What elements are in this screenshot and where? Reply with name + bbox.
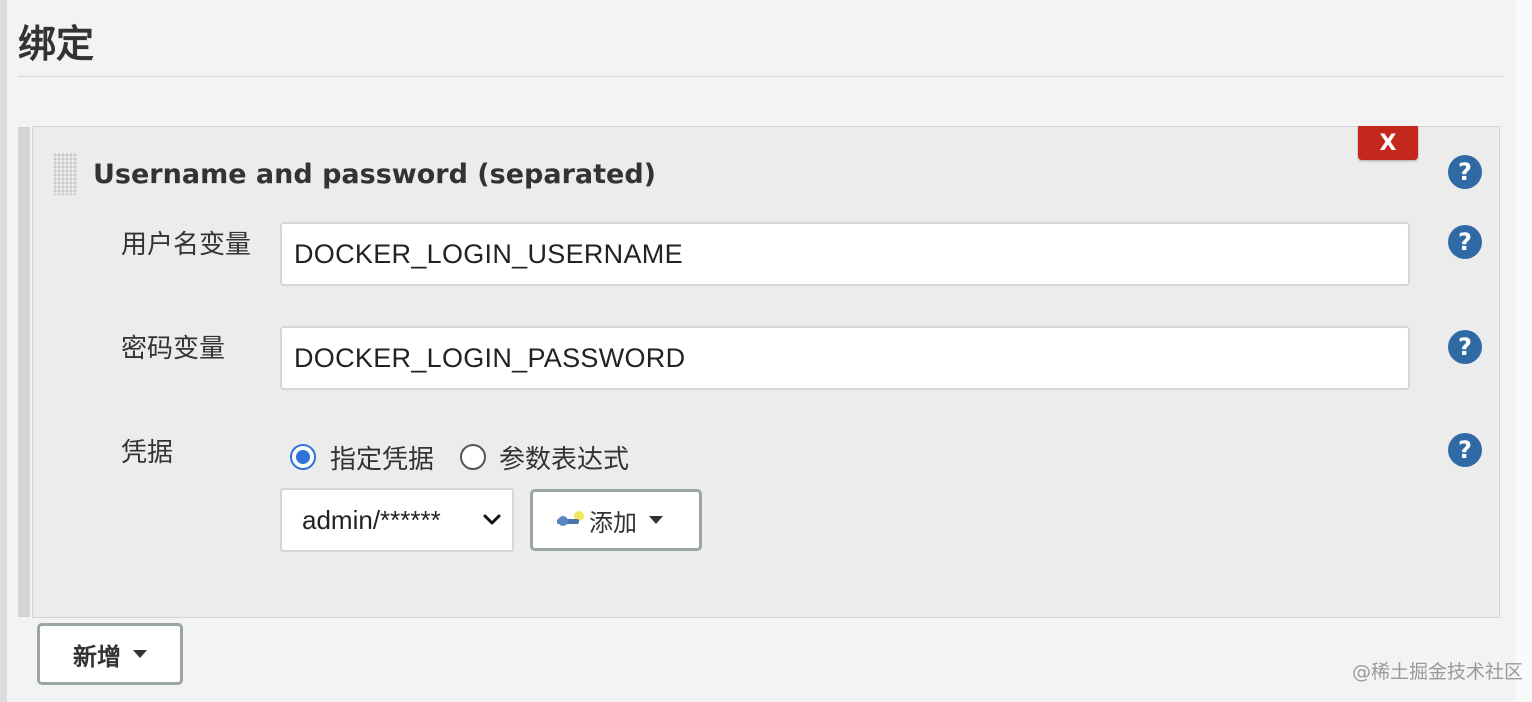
- credential-select[interactable]: admin/******: [280, 488, 514, 552]
- help-icon[interactable]: ?: [1448, 433, 1482, 467]
- right-border: [1516, 0, 1532, 702]
- credentials-label: 凭据: [121, 438, 174, 468]
- key-icon: [557, 511, 584, 526]
- help-icon[interactable]: ?: [1448, 330, 1482, 364]
- left-border: [0, 0, 7, 702]
- add-new-binding-button[interactable]: 新增: [37, 623, 183, 685]
- binding-title: Username and password (separated): [93, 159, 656, 190]
- chevron-down-icon: [483, 514, 501, 525]
- password-variable-label: 密码变量: [121, 334, 226, 364]
- add-credential-label: 添加: [589, 508, 637, 537]
- binding-left-bar: [18, 127, 30, 617]
- password-variable-input[interactable]: DOCKER_LOGIN_PASSWORD: [280, 326, 1410, 390]
- credential-select-value: admin/******: [302, 504, 441, 535]
- radio-parameter-expression[interactable]: [460, 444, 486, 470]
- radio-specific-credentials-label[interactable]: 指定凭据: [330, 443, 434, 477]
- section-title: 绑定: [18, 22, 95, 66]
- watermark: @稀土掘金技术社区: [1352, 661, 1524, 683]
- section-divider: [18, 76, 1504, 77]
- username-variable-input[interactable]: DOCKER_LOGIN_USERNAME: [280, 222, 1410, 286]
- radio-specific-credentials[interactable]: [290, 444, 316, 470]
- delete-binding-button[interactable]: X: [1358, 126, 1418, 160]
- add-new-binding-label: 新增: [73, 642, 121, 671]
- radio-parameter-expression-label[interactable]: 参数表达式: [499, 443, 629, 477]
- add-credential-button[interactable]: 添加: [530, 489, 702, 551]
- help-icon[interactable]: ?: [1448, 225, 1482, 259]
- drag-handle-icon[interactable]: [53, 153, 77, 195]
- caret-down-icon: [649, 516, 663, 524]
- username-variable-label: 用户名变量: [121, 230, 252, 260]
- caret-down-icon: [133, 650, 147, 658]
- help-icon[interactable]: ?: [1448, 155, 1482, 189]
